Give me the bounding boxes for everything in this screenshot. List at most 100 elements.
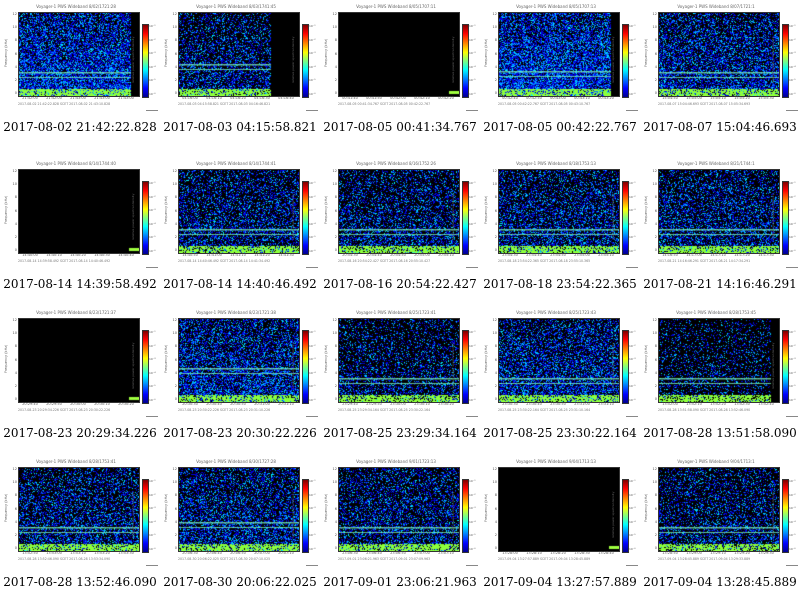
y-tick-label: 4 [334,370,337,375]
scet-range: 2017-08-14 14:40:46.492 SCET 2017-08-14 … [178,259,271,263]
x-tick-label: 15:05:10 [710,96,726,100]
y-tick-label: 6 [334,506,337,511]
y-ticks: 12 10 8 6 4 2 0 [330,12,338,97]
panel-caption: 2017-08-30 20:06:22.025 [163,575,317,589]
spectrogram-panel[interactable]: Voyager-1 PWS Wideband 9/04/1713:1 Freque… [640,455,800,604]
spectrogram-panel[interactable]: Voyager-1 PWS Wideband 8/30/1727:28 Frequ… [160,455,320,604]
spectrogram-panel[interactable]: Voyager-1 PWS Wideband 8/23/1721:37 Frequ… [0,306,160,455]
y-tick-label: 8 [14,344,17,349]
spectrogram-panel[interactable]: Voyager-1 PWS Wideband 9/01/1723:13 Frequ… [320,455,480,604]
spectrogram-panel[interactable]: Voyager-1 PWS Wideband 8/28/1753:41 Frequ… [0,455,160,604]
colorbar-tick-label: 10⁻⁴ [789,64,796,69]
y-tick-label: 8 [334,493,337,498]
colorbar-tick-label: 10⁻¹ [309,479,316,483]
x-tick-label: 23:06:40 [366,551,382,555]
x-tick-label: 13:53:30 [118,551,134,555]
y-tick-label: 12 [172,467,177,471]
y-ticks: 12 10 8 6 4 2 0 [170,169,178,254]
y-tick-label: 10 [172,480,177,485]
y-tick-label: 10 [492,331,497,336]
colorbar-tick-label: 10⁻³ [309,51,316,55]
spectrogram-panel[interactable]: Voyager-1 PWS Wideband 8/14/1744:41 Frequ… [160,157,320,306]
colorbar-ticks: 10⁻¹ 10⁻² 10⁻³ 10⁻⁴ 10⁻⁵ 10⁻⁶ [149,479,159,553]
spectrogram-panel[interactable]: Voyager-1 PWS Wideband 8/05/1707:11 Frequ… [320,0,480,149]
spectrogram-panel[interactable]: Voyager-1 PWS Wideband 8/14/1744:40 Frequ… [0,157,160,306]
x-tick-label: 23:30:50 [550,402,566,406]
colorbar-label: relative power spectral density [451,193,455,241]
spectrogram-panel[interactable]: Voyager-1 PWS Wideband 8/07/1721:1 Freque… [640,0,800,149]
x-tick-label: 13:28:00 [502,551,518,555]
y-tick-label: 0 [174,546,177,551]
y-tick-label: 2 [654,384,657,388]
colorbar-tick-label: 10⁻⁵ [789,384,796,388]
spectrogram-panel[interactable]: Voyager-1 PWS Wideband 8/05/1707:13 Frequ… [480,0,640,149]
scet-range: 2017-09-04 13:27:57.889 SCET 2017-09-04 … [498,557,591,561]
spectrogram-panel[interactable]: Voyager-1 PWS Wideband 8/28/1753:45 Frequ… [640,306,800,455]
colorbar-tick-label: 10⁻⁴ [469,370,476,375]
scet-range: 2017-08-21 14:16:46.291 SCET 2017-08-21 … [658,259,751,263]
spectrogram-image [659,319,779,402]
colorbar-footer-mark [146,416,158,419]
y-tick-label: 6 [334,357,337,362]
colorbar-tick-label: 10⁻⁶ [789,546,796,551]
y-tick-label: 0 [14,397,17,402]
spectrogram-image [499,468,619,551]
colorbar-tick-label: 10⁻² [149,37,156,42]
y-tick-label: 10 [492,480,497,485]
y-tick-label: 10 [172,331,177,336]
y-tick-label: 6 [174,506,177,511]
colorbar-tick-label: 10⁻¹ [469,181,476,185]
plot-title: Voyager-1 PWS Wideband 8/28/1753:41 [36,459,116,464]
colorbar-ticks: 10⁻¹ 10⁻² 10⁻³ 10⁻⁴ 10⁻⁵ 10⁻⁶ [629,330,639,404]
plot-title: Voyager-1 PWS Wideband 8/28/1753:45 [676,310,756,315]
colorbar-tick-label: 10⁻⁵ [629,78,636,82]
y-tick-label: 6 [174,357,177,362]
spectrogram-panel[interactable]: Voyager-1 PWS Wideband 8/16/1752:26 Frequ… [320,157,480,306]
y-tick-label: 0 [174,248,177,253]
colorbar-tick-label: 10⁻⁶ [309,397,316,402]
x-tick-label: 15:05:00 [686,96,702,100]
spectrogram-plot [498,12,620,97]
x-tick-label: 14:40:30 [94,253,110,257]
x-tick-label: 04:16:00 [182,96,198,100]
spectrogram-panel[interactable]: Voyager-1 PWS Wideband 8/18/1753:13 Frequ… [480,157,640,306]
y-ticks: 12 10 8 6 4 2 0 [650,467,658,552]
spectrogram-panel[interactable]: Voyager-1 PWS Wideband 8/25/1723:43 Frequ… [480,306,640,455]
scet-range: 2017-09-01 23:06:21.963 SCET 2017-09-01 … [338,557,431,561]
y-tick-label: 4 [14,221,17,226]
colorbar [622,181,629,255]
colorbar-tick-label: 10⁻¹ [309,330,316,334]
spectrogram-plot [498,318,620,403]
y-tick-label: 0 [334,91,337,96]
spectrogram-panel[interactable]: Voyager-1 PWS Wideband 8/21/1744:1 Freque… [640,157,800,306]
spectrogram-image [659,170,779,253]
y-ticks: 12 10 8 6 4 2 0 [650,12,658,97]
colorbar-ticks: 10⁻¹ 10⁻² 10⁻³ 10⁻⁴ 10⁻⁵ 10⁻⁶ [309,181,319,255]
spectrogram-panel[interactable]: Voyager-1 PWS Wideband 8/03/1741:45 Frequ… [160,0,320,149]
colorbar-tick-label: 10⁻³ [309,208,316,212]
x-tick-label: 00:42:50 [526,96,542,100]
colorbar-ticks: 10⁻¹ 10⁻² 10⁻³ 10⁻⁴ 10⁻⁵ 10⁻⁶ [629,181,639,255]
colorbar-tick-label: 10⁻⁴ [149,64,156,69]
spectrogram-image [499,319,619,402]
spectrogram-panel[interactable]: Voyager-1 PWS Wideband 8/25/1723:41 Frequ… [320,306,480,455]
spectrogram-image [19,13,139,96]
y-tick-label: 8 [654,195,657,200]
colorbar-tick-label: 10⁻⁶ [629,91,636,96]
spectrogram-panel[interactable]: Voyager-1 PWS Wideband 8/23/1721:38 Frequ… [160,306,320,455]
colorbar-tick-label: 10⁻² [789,37,796,42]
spectrogram-plot [18,169,140,254]
colorbar-tick-label: 10⁻³ [789,51,796,55]
y-tick-label: 0 [494,248,497,253]
spectrogram-panel[interactable]: Voyager-1 PWS Wideband 9/04/1713:13 Frequ… [480,455,640,604]
plot-title: Voyager-1 PWS Wideband 8/21/1744:1 [677,161,755,166]
plot-title: Voyager-1 PWS Wideband 8/25/1723:41 [356,310,436,315]
x-tick-label: 15:05:20 [734,96,750,100]
spectrogram-panel[interactable]: Voyager-1 PWS Wideband 8/02/1721:28 Frequ… [0,0,160,149]
colorbar-tick-label: 10⁻² [469,37,476,42]
y-tick-label: 4 [14,519,17,524]
colorbar [302,24,309,98]
spectrogram-plot [658,318,780,403]
y-tick-label: 6 [494,208,497,213]
colorbar-tick-label: 10⁻² [629,194,636,199]
